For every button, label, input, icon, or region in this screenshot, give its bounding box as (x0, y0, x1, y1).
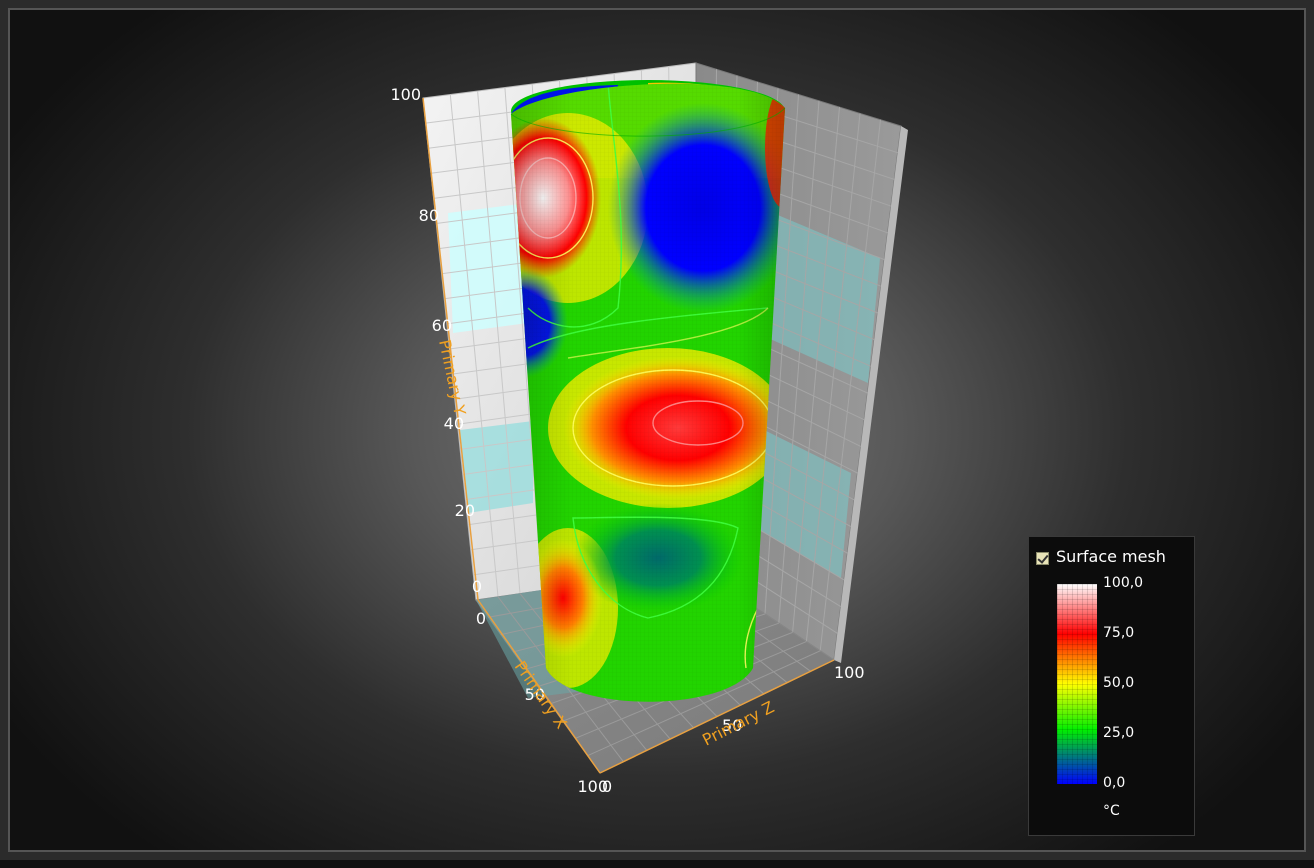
z-tick-label: 0 (602, 777, 612, 796)
legend-scale-label: 50,0 (1103, 675, 1135, 691)
y-tick-label: 100 (390, 85, 421, 104)
z-tick-label: 100 (834, 663, 865, 682)
legend-scale-label: 25,0 (1103, 725, 1135, 741)
legend-unit-label: °C (1103, 803, 1120, 819)
y-tick-label: 20 (455, 501, 475, 520)
chart-frame: 100 80 60 40 20 0 Primary Y 0 50 100 Pri… (0, 0, 1314, 860)
y-tick-label: 40 (444, 414, 464, 433)
x-tick-label: 0 (476, 609, 486, 628)
y-tick-label: 80 (419, 206, 439, 225)
legend-series-checkbox[interactable] (1036, 552, 1049, 565)
y-tick-label: 60 (432, 316, 452, 335)
legend-color-scale (1057, 584, 1097, 784)
y-tick-label: 0 (472, 577, 482, 596)
legend-scale-label: 100,0 (1103, 575, 1144, 591)
legend-scale-label: 0,0 (1103, 775, 1126, 791)
legend-scale-label: 75,0 (1103, 625, 1135, 641)
legend-series-name: Surface mesh (1056, 547, 1166, 566)
legend-panel: Surface mesh 100,0 75,0 50,0 25,0 0,0 °C (1028, 536, 1195, 836)
